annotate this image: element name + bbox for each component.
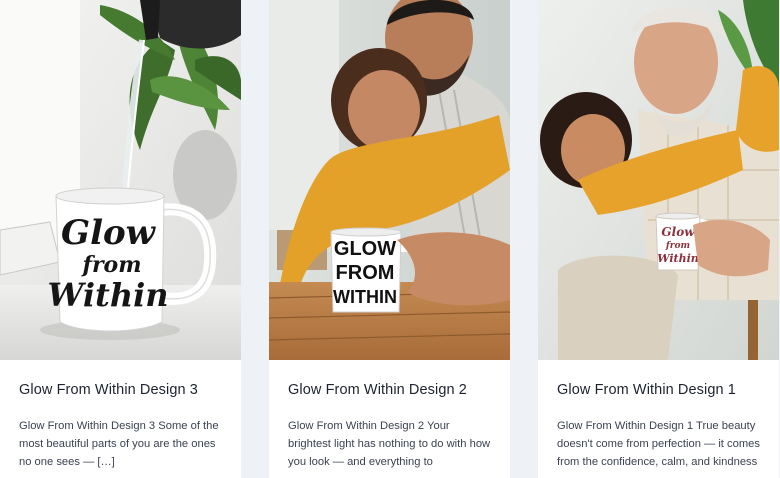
post-card-body: Glow From Within Design 2 Glow From With… bbox=[269, 360, 510, 478]
mug-print-line: from bbox=[665, 241, 690, 251]
post-card-body: Glow From Within Design 3 Glow From With… bbox=[0, 360, 241, 478]
post-image: Glow from Within bbox=[0, 0, 241, 360]
mug-print-line: WITHIN bbox=[333, 287, 397, 307]
post-title-link[interactable]: Glow From Within Design 2 bbox=[288, 381, 491, 399]
post-excerpt: Glow From Within Design 1 True beauty do… bbox=[557, 420, 760, 468]
post-title-link[interactable]: Glow From Within Design 1 bbox=[557, 381, 760, 399]
post-card: Glow from Within Glow From Within Design… bbox=[538, 0, 779, 478]
post-title-link[interactable]: Glow From Within Design 3 bbox=[19, 381, 222, 399]
mug-print-line: Glow bbox=[61, 213, 157, 253]
post-image-link[interactable]: Glow from Within bbox=[0, 0, 241, 360]
mug-print-line: GLOW bbox=[334, 238, 396, 260]
mug-print-line: Within bbox=[657, 252, 699, 265]
post-excerpt: Glow From Within Design 3 Some of the mo… bbox=[19, 420, 219, 468]
post-card-body: Glow From Within Design 1 Glow From With… bbox=[538, 360, 779, 478]
post-image-link[interactable]: Glow from Within bbox=[538, 0, 779, 360]
mug-print-line: Within bbox=[48, 276, 169, 314]
post-card: GLOW FROM WITHIN Glow From Within Design… bbox=[269, 0, 510, 478]
post-card: Glow from Within Glow From Within Design… bbox=[0, 0, 241, 478]
mug-print-line: from bbox=[80, 252, 141, 278]
post-image-link[interactable]: GLOW FROM WITHIN bbox=[269, 0, 510, 360]
post-image: GLOW FROM WITHIN bbox=[269, 0, 510, 360]
mug-print-line: Glow bbox=[661, 225, 695, 239]
post-image: Glow from Within bbox=[538, 0, 779, 360]
mug-print-line: FROM bbox=[336, 262, 395, 284]
post-excerpt: Glow From Within Design 2 Your brightest… bbox=[288, 420, 491, 468]
